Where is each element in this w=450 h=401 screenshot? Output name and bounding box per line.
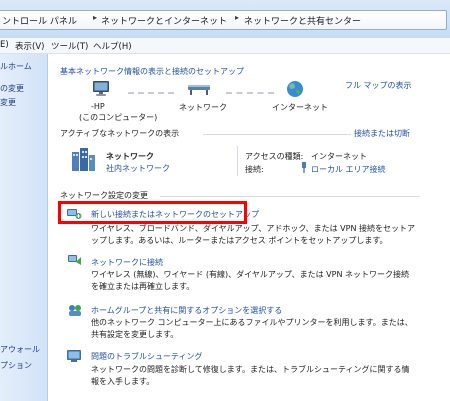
menu-help[interactable]: ヘルプ(H) xyxy=(93,40,132,52)
task-connect-network-desc: ワイヤレス (無線)、ワイヤード (有線)、ダイヤルアップ、または VPN ネッ… xyxy=(91,270,409,291)
change-settings-title: ネットワーク設定の変更 xyxy=(60,191,148,200)
divider xyxy=(203,134,351,135)
node-computer-sublabel: (このコンピューター) xyxy=(79,113,158,122)
network-name: ネットワーク xyxy=(106,152,154,161)
ethernet-icon xyxy=(300,162,308,173)
node-computer-label: -HP xyxy=(91,102,105,111)
sidebar-item-change-adapter[interactable]: の変更 xyxy=(0,83,24,94)
full-map-link[interactable]: フル マップの表示 xyxy=(345,80,412,91)
network-bench-icon xyxy=(187,82,211,96)
breadcrumb-item-network-internet[interactable]: ネットワークとインターネット xyxy=(101,14,227,27)
page-title: 基本ネットワーク情報の表示と接続のセットアップ xyxy=(60,67,244,76)
task-homegroup-desc: 他のネットワーク コンピューター上にあるファイルやプリンターを利用します。または… xyxy=(91,318,413,339)
access-type-label: アクセスの種類: xyxy=(245,152,304,161)
connection-label: 接続: xyxy=(245,165,264,174)
connect-network-icon xyxy=(67,253,83,267)
local-area-connection-link[interactable]: ローカル エリア接続 xyxy=(311,164,386,175)
task-connect-network-link[interactable]: ネットワークに接続 xyxy=(91,257,163,268)
task-new-connection-desc: ワイヤレス、ブロードバンド、ダイヤルアップ、アドホック、または VPN 接続をセ… xyxy=(91,224,416,245)
menu-tools[interactable]: ツール(T) xyxy=(51,40,88,52)
highlight-box xyxy=(58,201,247,224)
breadcrumb-arrow-icon[interactable]: ▸ xyxy=(93,13,97,22)
task-troubleshoot-desc: ネットワークの問題を診断して修復します。または、トラブルシューティングに関する情… xyxy=(91,365,410,386)
task-troubleshoot-link[interactable]: 問題のトラブルシューティング xyxy=(91,351,203,362)
node-internet-label: インターネット xyxy=(272,103,328,112)
connection-line xyxy=(226,92,274,94)
connect-disconnect-link[interactable]: 接続または切断 xyxy=(354,128,410,139)
menu-edit[interactable]: E) xyxy=(0,40,9,50)
divider xyxy=(160,196,420,197)
divider xyxy=(237,146,238,176)
breadcrumb-arrow-icon[interactable]: ▸ xyxy=(235,13,239,22)
homegroup-icon xyxy=(67,303,83,317)
troubleshoot-icon xyxy=(66,349,82,363)
sidebar-item-change-sharing[interactable]: 変更 xyxy=(0,97,16,108)
network-type-link[interactable]: 社内ネットワーク xyxy=(106,163,170,174)
task-homegroup-link[interactable]: ホームグループと共有に関するオプションを選択する xyxy=(91,305,282,316)
menu-view[interactable]: 表示(V) xyxy=(15,40,44,52)
connection-line xyxy=(128,92,174,94)
sidebar-item-firewall[interactable]: アウォール xyxy=(0,344,40,355)
sidebar-item-internet-options[interactable]: プション xyxy=(0,360,32,371)
computer-icon xyxy=(91,80,111,98)
node-network-label: ネットワーク xyxy=(179,103,227,112)
globe-icon xyxy=(286,80,304,98)
breadcrumb-item-network-sharing-center[interactable]: ネットワークと共有センター xyxy=(244,14,361,27)
breadcrumb-item-control-panel[interactable]: ントロール パネル xyxy=(2,14,77,27)
active-networks-title: アクティブなネットワークの表示 xyxy=(60,129,180,138)
access-type-value: インターネット xyxy=(311,152,367,161)
sidebar-item-home[interactable]: ルホーム xyxy=(0,61,32,72)
network-location-icon xyxy=(70,146,97,173)
